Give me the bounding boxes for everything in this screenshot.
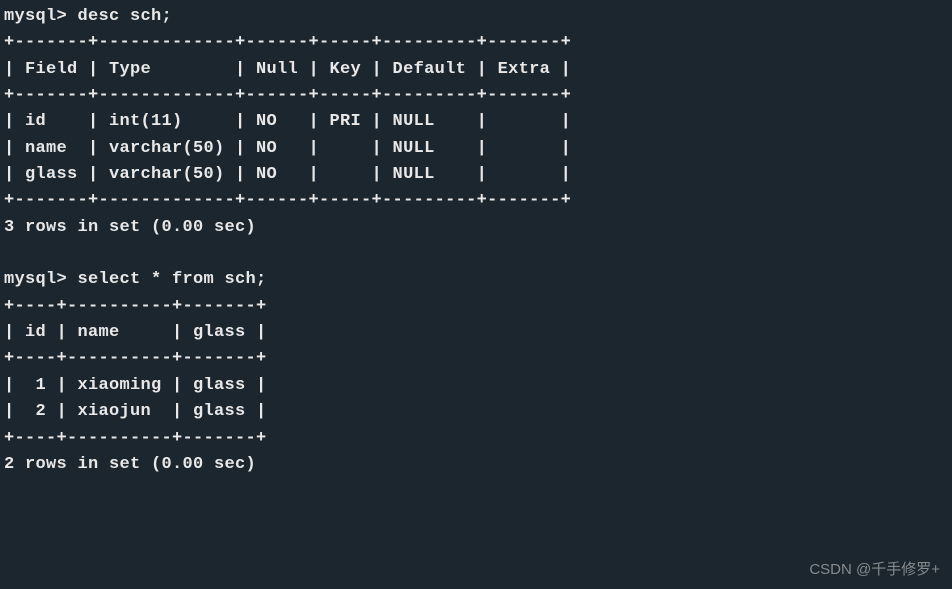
table-row: | glass | varchar(50) | NO | | NULL | | [4,165,571,184]
command-desc: desc sch; [78,7,173,26]
table-header: | id | name | glass | [4,323,267,342]
table-border: +-------+-------------+------+-----+----… [4,86,571,105]
watermark: CSDN @千手修罗+ [809,558,940,581]
result-summary: 2 rows in set (0.00 sec) [4,455,256,474]
table-row: | id | int(11) | NO | PRI | NULL | | [4,112,571,131]
result-summary: 3 rows in set (0.00 sec) [4,218,256,237]
table-border: +----+----------+-------+ [4,297,267,316]
terminal-output: mysql> desc sch; +-------+-------------+… [4,4,948,478]
table-row: | 2 | xiaojun | glass | [4,402,267,421]
prompt: mysql> [4,7,67,26]
table-header: | Field | Type | Null | Key | Default | … [4,60,571,79]
command-select: select * from sch; [78,270,267,289]
table-border: +----+----------+-------+ [4,429,267,448]
table-border: +-------+-------------+------+-----+----… [4,191,571,210]
table-border: +-------+-------------+------+-----+----… [4,33,571,52]
prompt: mysql> [4,270,67,289]
table-row: | 1 | xiaoming | glass | [4,376,267,395]
table-border: +----+----------+-------+ [4,349,267,368]
table-row: | name | varchar(50) | NO | | NULL | | [4,139,571,158]
